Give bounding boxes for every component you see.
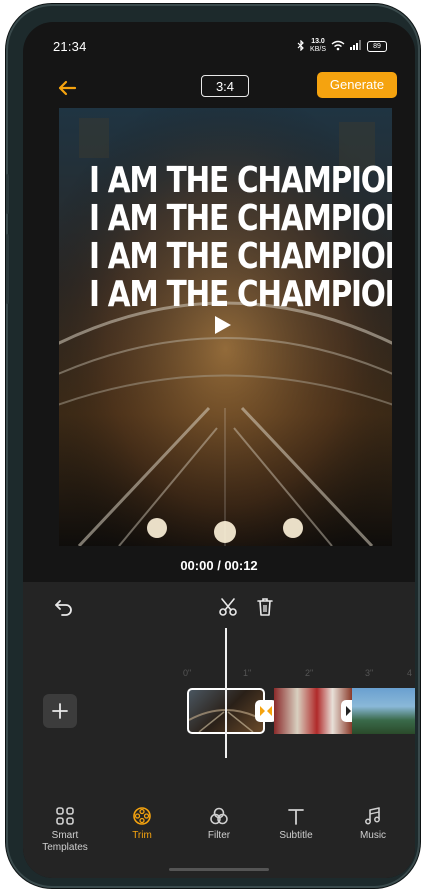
generate-button[interactable]: Generate [317, 72, 397, 98]
timeline-tick-3: 3" [365, 668, 374, 678]
grid-icon [56, 807, 74, 825]
aspect-ratio-button[interactable]: 3:4 [201, 75, 249, 97]
timeline-tick-4: 4 [407, 668, 413, 678]
timeline-tick-2: 2" [305, 668, 314, 678]
screen: 21:34 13.0 KB/S 89 3:4 Generate I AM THE… [23, 22, 415, 878]
nav-music[interactable]: Music [334, 806, 412, 842]
volume-button [6, 174, 9, 214]
nav-label-line1: Smart [51, 830, 79, 841]
plus-icon [52, 703, 68, 719]
nav-subtitle[interactable]: Subtitle [257, 806, 335, 842]
trash-icon [257, 598, 273, 616]
timeline-clip-3[interactable] [352, 688, 415, 734]
delete-button[interactable] [255, 596, 275, 618]
network-speed: 13.0 KB/S [310, 38, 326, 54]
nav-label-line1: Music [359, 830, 387, 841]
music-note-icon [365, 807, 380, 825]
phone-frame: 21:34 13.0 KB/S 89 3:4 Generate I AM THE… [6, 4, 420, 888]
timeline-tick-1: 1" [243, 668, 252, 678]
battery-icon: 89 [367, 40, 387, 52]
status-time: 21:34 [53, 39, 87, 54]
back-button[interactable] [53, 74, 81, 102]
text-t-icon [288, 809, 304, 825]
undo-icon [55, 600, 72, 616]
nav-trim[interactable]: Trim [103, 806, 181, 842]
overlay-text-line-3: I AM THE CHAMPION [88, 236, 392, 277]
status-icons: 13.0 KB/S 89 [297, 38, 387, 54]
arrow-left-icon [58, 80, 77, 96]
nav-label-line1: Filter [207, 830, 231, 841]
film-reel-icon [133, 807, 151, 825]
scissors-icon [219, 598, 237, 616]
add-clip-button[interactable] [43, 694, 77, 728]
network-speed-value: 13.0 [311, 38, 325, 45]
playback-timecode: 00:00 / 00:12 [180, 558, 258, 573]
overlay-text-line-2: I AM THE CHAMPION [88, 198, 392, 239]
nav-smart-templates[interactable]: Smart Templates [26, 806, 104, 854]
power-button [6, 234, 9, 304]
nav-label-line1: Trim [132, 830, 152, 841]
top-toolbar: 3:4 Generate [23, 70, 415, 106]
filter-circles-icon [210, 807, 228, 825]
bottom-navigation: Smart Templates Trim Filter Subtitle Mus… [23, 806, 415, 866]
nav-filter[interactable]: Filter [180, 806, 258, 842]
video-preview[interactable]: I AM THE CHAMPION I AM THE CHAMPION I AM… [59, 108, 392, 546]
split-button[interactable] [217, 596, 239, 618]
signal-icon [350, 40, 362, 52]
play-icon[interactable] [215, 316, 231, 334]
timeline-playhead[interactable] [225, 628, 227, 758]
overlay-text-line-1: I AM THE CHAMPION [88, 160, 392, 201]
nav-label-line2: Templates [42, 842, 88, 853]
nav-label-line1: Subtitle [279, 830, 313, 841]
home-indicator[interactable] [169, 868, 269, 871]
wifi-icon [331, 40, 345, 53]
bluetooth-icon [297, 39, 305, 53]
undo-button[interactable] [53, 596, 75, 618]
network-speed-unit: KB/S [310, 46, 326, 53]
battery-level: 89 [373, 42, 381, 50]
overlay-text-line-4: I AM THE CHAMPION [88, 274, 392, 315]
status-bar: 21:34 13.0 KB/S 89 [23, 22, 415, 62]
transition-icon [260, 706, 272, 716]
timeline-tick-0: 0" [183, 668, 192, 678]
